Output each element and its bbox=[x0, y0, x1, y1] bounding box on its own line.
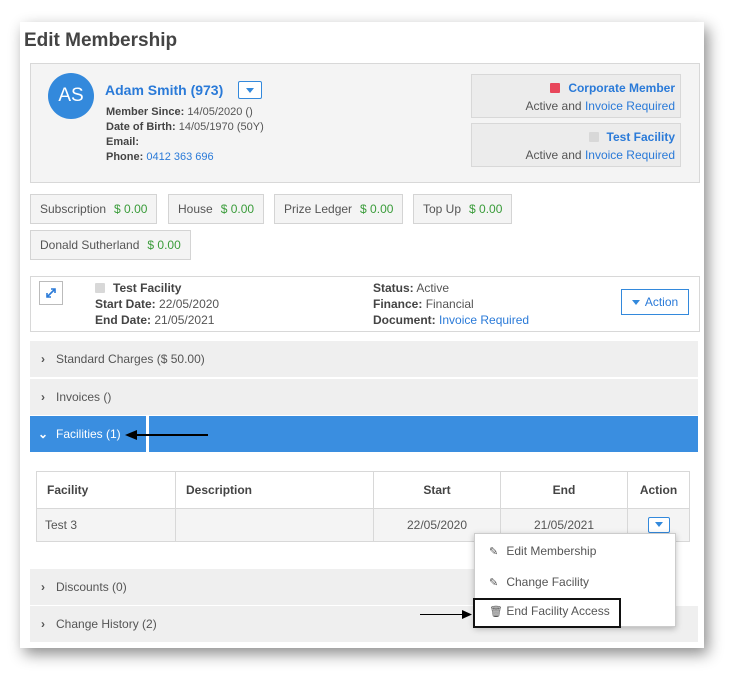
facility-start-row: Start Date: 22/05/2020 bbox=[95, 297, 219, 311]
finance-value: Financial bbox=[425, 297, 474, 311]
status-square-icon bbox=[588, 132, 599, 142]
avatar: AS bbox=[48, 73, 94, 119]
section-invoices[interactable]: › Invoices () bbox=[30, 379, 698, 415]
menu-item-label: Edit Membership bbox=[506, 544, 597, 558]
membership-title[interactable]: Corporate Member bbox=[568, 81, 675, 95]
invoice-required-link[interactable]: Invoice Required bbox=[585, 148, 675, 162]
membership-badge-corporate: Corporate Member Active and Invoice Requ… bbox=[471, 74, 681, 118]
phone-row: Phone: 0412 363 696 bbox=[106, 151, 214, 163]
facility-status-row: Status: Active bbox=[373, 281, 449, 295]
status-square-icon bbox=[550, 83, 561, 93]
ledger-prize[interactable]: Prize Ledger $ 0.00 bbox=[274, 194, 404, 224]
membership-title[interactable]: Test Facility bbox=[607, 130, 675, 144]
expand-button[interactable] bbox=[39, 281, 63, 305]
ledger-label: Top Up bbox=[423, 202, 462, 216]
chevron-down-icon bbox=[246, 88, 254, 93]
cell-facility: Test 3 bbox=[36, 508, 176, 542]
membership-status: Active and bbox=[525, 99, 582, 113]
chevron-right-icon: › bbox=[41, 390, 45, 404]
ledger-amount: $ 0.00 bbox=[114, 202, 148, 216]
ledger-label: Prize Ledger bbox=[284, 202, 353, 216]
member-since-label: Member Since: bbox=[106, 106, 185, 118]
pencil-icon: ✎ bbox=[489, 546, 499, 558]
facility-end-row: End Date: 21/05/2021 bbox=[95, 313, 214, 327]
facility-action-button[interactable]: Action bbox=[621, 289, 689, 315]
section-label: Facilities (1) bbox=[56, 427, 121, 441]
annotation-arrow-line bbox=[420, 614, 464, 615]
email-row: Email: bbox=[106, 136, 139, 148]
ledger-amount: $ 0.00 bbox=[147, 238, 181, 252]
chevron-right-icon: › bbox=[41, 352, 45, 366]
ledger-label: Subscription bbox=[40, 202, 107, 216]
ledger-label: House bbox=[178, 202, 213, 216]
section-label: Invoices () bbox=[56, 390, 112, 404]
column-header-start: Start bbox=[373, 471, 501, 509]
arrow-right-icon bbox=[462, 610, 472, 619]
finance-label: Finance: bbox=[373, 297, 423, 311]
section-standard-charges[interactable]: › Standard Charges ($ 50.00) bbox=[30, 341, 698, 377]
action-label: Action bbox=[644, 295, 679, 309]
end-date-label: End Date: bbox=[95, 313, 152, 327]
table-header-row: Facility Description Start End Action bbox=[36, 471, 690, 509]
phone-label: Phone: bbox=[106, 151, 144, 163]
row-action-dropdown[interactable] bbox=[647, 517, 670, 533]
column-header-facility: Facility bbox=[36, 471, 176, 509]
facility-document-row: Document: Invoice Required bbox=[373, 313, 529, 327]
member-dropdown-button[interactable] bbox=[238, 81, 262, 99]
cell-description bbox=[175, 508, 374, 542]
ledger-amount: $ 0.00 bbox=[360, 202, 394, 216]
chevron-right-icon: › bbox=[41, 580, 45, 594]
pencil-icon: ✎ bbox=[489, 577, 499, 589]
document-link[interactable]: Invoice Required bbox=[439, 313, 529, 327]
invoice-required-link[interactable]: Invoice Required bbox=[585, 99, 675, 113]
column-header-description: Description bbox=[175, 471, 374, 509]
ledger-amount: $ 0.00 bbox=[469, 202, 503, 216]
menu-item-change-facility[interactable]: ✎ Change Facility bbox=[489, 575, 589, 589]
member-since-value: 14/05/2020 () bbox=[187, 106, 253, 118]
dob-label: Date of Birth: bbox=[106, 121, 176, 133]
email-label: Email: bbox=[106, 136, 140, 148]
ledger-label: Donald Sutherland bbox=[40, 238, 140, 252]
ledger-subscription[interactable]: Subscription $ 0.00 bbox=[30, 194, 158, 224]
membership-badge-test-facility: Test Facility Active and Invoice Require… bbox=[471, 123, 681, 167]
page-title: Edit Membership bbox=[24, 30, 178, 51]
chevron-down-icon bbox=[654, 522, 663, 527]
phone-link[interactable]: 0412 363 696 bbox=[146, 151, 213, 163]
start-date-label: Start Date: bbox=[95, 297, 156, 311]
ledger-donald-sutherland[interactable]: Donald Sutherland $ 0.00 bbox=[30, 230, 191, 260]
dob-value: 14/05/1970 (50Y) bbox=[178, 121, 264, 133]
facility-name: Test Facility bbox=[113, 281, 182, 295]
chevron-down-icon bbox=[631, 299, 640, 305]
arrow-left-icon bbox=[125, 430, 137, 440]
annotation-highlight-box bbox=[473, 598, 621, 628]
ledger-top-up[interactable]: Top Up $ 0.00 bbox=[413, 194, 513, 224]
chevron-down-icon: ⌄ bbox=[37, 427, 49, 441]
annotation-arrow-line bbox=[134, 434, 208, 436]
facility-finance-row: Finance: Financial bbox=[373, 297, 474, 311]
document-label: Document: bbox=[373, 313, 436, 327]
status-label: Status: bbox=[373, 281, 414, 295]
member-since-row: Member Since: 14/05/2020 () bbox=[106, 106, 253, 118]
ledger-house[interactable]: House $ 0.00 bbox=[168, 194, 265, 224]
column-header-end: End bbox=[500, 471, 628, 509]
column-header-action: Action bbox=[627, 471, 690, 509]
start-date-value: 22/05/2020 bbox=[159, 297, 220, 311]
section-label: Discounts (0) bbox=[56, 580, 127, 594]
facilities-table: Facility Description Start End Action Te… bbox=[36, 471, 690, 542]
status-square-icon bbox=[95, 283, 105, 293]
ledger-amount: $ 0.00 bbox=[220, 202, 255, 216]
end-date-value: 21/05/2021 bbox=[154, 313, 215, 327]
facility-name-row: Test Facility bbox=[95, 281, 181, 295]
menu-item-label: Change Facility bbox=[506, 575, 590, 589]
menu-item-edit-membership[interactable]: ✎ Edit Membership bbox=[489, 544, 596, 558]
member-name[interactable]: Adam Smith (973) bbox=[105, 82, 223, 98]
dob-row: Date of Birth: 14/05/1970 (50Y) bbox=[106, 121, 264, 133]
section-discounts[interactable]: › Discounts (0) bbox=[30, 569, 474, 605]
section-label: Change History (2) bbox=[56, 617, 157, 631]
expand-icon bbox=[46, 288, 56, 298]
chevron-right-icon: › bbox=[41, 617, 45, 631]
section-label: Standard Charges ($ 50.00) bbox=[56, 352, 205, 366]
membership-status: Active and bbox=[525, 148, 582, 162]
status-value: Active bbox=[416, 281, 450, 295]
